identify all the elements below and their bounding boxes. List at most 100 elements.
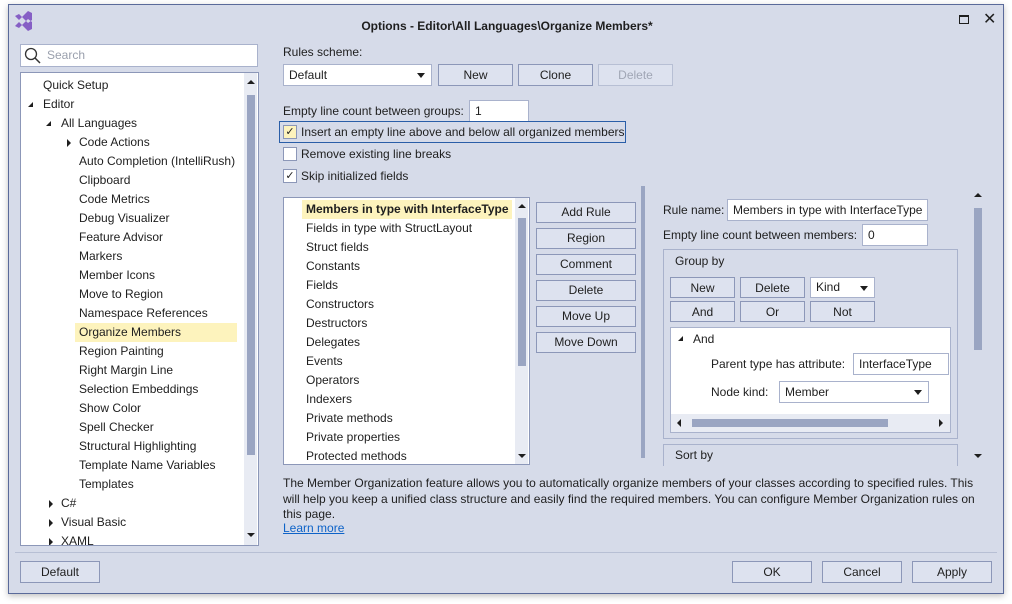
tree-item[interactable]: Templates — [75, 475, 237, 494]
learn-more-link[interactable]: Learn more — [283, 521, 344, 535]
apply-button[interactable]: Apply — [912, 561, 992, 583]
tree-item[interactable]: Spell Checker — [75, 418, 237, 437]
tree-item[interactable]: XAML — [57, 532, 237, 545]
tree-item[interactable]: Selection Embeddings — [75, 380, 237, 399]
node-kind-label: Node kind: — [711, 385, 769, 399]
search-icon — [24, 47, 41, 64]
not-button[interactable]: Not — [810, 301, 875, 322]
delete-button[interactable]: Delete — [536, 280, 636, 301]
checkbox[interactable] — [283, 147, 297, 161]
rule-item[interactable]: Operators — [302, 371, 512, 390]
group-new-button[interactable]: New — [670, 277, 735, 298]
maximize-icon[interactable] — [959, 15, 969, 24]
rule-item[interactable]: Constructors — [302, 295, 512, 314]
rule-item[interactable]: Delegates — [302, 333, 512, 352]
tree-item[interactable]: Feature Advisor — [75, 228, 237, 247]
tree-item[interactable]: Auto Completion (IntelliRush) — [75, 152, 237, 171]
rule-item[interactable]: Fields in type with StructLayout — [302, 219, 512, 238]
scheme-new-button[interactable]: New — [438, 64, 513, 86]
tree-item[interactable]: Quick Setup — [39, 76, 237, 95]
expanded-icon[interactable] — [46, 121, 51, 126]
scheme-delete-button[interactable]: Delete — [598, 64, 673, 86]
expanded-icon[interactable] — [28, 102, 33, 107]
tree-item[interactable]: Structural Highlighting — [75, 437, 237, 456]
editor-scroll-thumb[interactable] — [974, 208, 982, 350]
comment-button[interactable]: Comment — [536, 254, 636, 275]
and-button[interactable]: And — [670, 301, 735, 322]
collapsed-icon[interactable] — [67, 139, 71, 147]
tree-item[interactable]: Markers — [75, 247, 237, 266]
attribute-label: Parent type has attribute: — [711, 357, 846, 371]
node-kind-dropdown[interactable]: Member — [779, 381, 929, 403]
tree-item[interactable]: Organize Members — [75, 323, 237, 342]
editor-scrollbar[interactable] — [971, 186, 984, 463]
add-rule-button[interactable]: Add Rule — [536, 202, 636, 223]
ok-button[interactable]: OK — [732, 561, 812, 583]
tree-item[interactable]: Namespace References — [75, 304, 237, 323]
rules-scheme-dropdown[interactable]: Default — [283, 64, 432, 86]
rule-item[interactable]: Constants — [302, 257, 512, 276]
splitter[interactable] — [641, 186, 645, 458]
or-button[interactable]: Or — [740, 301, 805, 322]
description-text: The Member Organization feature allows y… — [283, 476, 975, 521]
kind-dropdown[interactable]: Kind — [810, 277, 875, 298]
tree-item[interactable]: Debug Visualizer — [75, 209, 237, 228]
group-by-label: Group by — [675, 254, 725, 268]
window-title: Options - Editor\All Languages\Organize … — [361, 19, 653, 33]
rule-item[interactable]: Events — [302, 352, 512, 371]
move-down-button[interactable]: Move Down — [536, 332, 636, 353]
cancel-button[interactable]: Cancel — [822, 561, 902, 583]
condition-and-node[interactable]: And — [693, 332, 714, 346]
checkbox-checked[interactable]: ✓ — [283, 169, 297, 183]
tree-item[interactable]: Right Margin Line — [75, 361, 237, 380]
rule-name-input[interactable]: Members in type with InterfaceType — [727, 199, 928, 221]
tree-item[interactable]: Show Color — [75, 399, 237, 418]
hscroll-thumb[interactable] — [692, 419, 888, 427]
attribute-input[interactable]: InterfaceType — [853, 353, 949, 375]
checkbox-label[interactable]: Insert an empty line above and below all… — [301, 125, 625, 139]
scheme-clone-button[interactable]: Clone — [518, 64, 593, 86]
tree-item[interactable]: Editor — [39, 95, 237, 114]
checkbox-checked[interactable]: ✓ — [283, 125, 297, 139]
rule-item[interactable]: Protected methods — [302, 447, 512, 464]
rule-item[interactable]: Struct fields — [302, 238, 512, 257]
groups-empty-line-input[interactable]: 1 — [469, 100, 529, 122]
checkbox-label[interactable]: Remove existing line breaks — [301, 147, 451, 161]
tree-item[interactable]: Code Metrics — [75, 190, 237, 209]
rules-scheme-label: Rules scheme: — [283, 45, 363, 59]
move-up-button[interactable]: Move Up — [536, 306, 636, 327]
rules-scroll-thumb[interactable] — [518, 218, 526, 366]
default-button[interactable]: Default — [20, 561, 100, 583]
tree-scroll-thumb[interactable] — [247, 95, 255, 455]
tree-item[interactable]: C# — [57, 494, 237, 513]
rule-item[interactable]: Indexers — [302, 390, 512, 409]
rule-item[interactable]: Private properties — [302, 428, 512, 447]
collapsed-icon[interactable] — [49, 519, 53, 527]
collapsed-icon[interactable] — [49, 538, 53, 545]
tree-item[interactable]: All Languages — [57, 114, 237, 133]
condition-hscrollbar[interactable] — [671, 414, 950, 432]
rule-item[interactable]: Private methods — [302, 409, 512, 428]
expanded-icon[interactable] — [678, 336, 683, 341]
group-delete-button[interactable]: Delete — [740, 277, 805, 298]
rule-item[interactable]: Fields — [302, 276, 512, 295]
close-icon[interactable]: ✕ — [983, 9, 996, 29]
tree-item[interactable]: Template Name Variables — [75, 456, 237, 475]
checkbox-label[interactable]: Skip initialized fields — [301, 169, 408, 183]
tree-scrollbar[interactable] — [244, 73, 257, 545]
empty-members-input[interactable]: 0 — [862, 224, 928, 246]
rule-item[interactable]: Members in type with InterfaceType — [302, 200, 512, 219]
region-button[interactable]: Region — [536, 228, 636, 249]
tree-item[interactable]: Member Icons — [75, 266, 237, 285]
tree-item[interactable]: Region Painting — [75, 342, 237, 361]
tree-item[interactable]: Clipboard — [75, 171, 237, 190]
tree-item[interactable]: Code Actions — [75, 133, 237, 152]
search-placeholder: Search — [47, 48, 86, 62]
rules-scrollbar[interactable] — [515, 198, 528, 464]
rule-item[interactable]: Destructors — [302, 314, 512, 333]
search-input[interactable]: Search — [20, 44, 258, 67]
collapsed-icon[interactable] — [49, 500, 53, 508]
tree-item[interactable]: Visual Basic — [57, 513, 237, 532]
tree-item[interactable]: Move to Region — [75, 285, 237, 304]
empty-members-label: Empty line count between members: — [663, 228, 858, 242]
